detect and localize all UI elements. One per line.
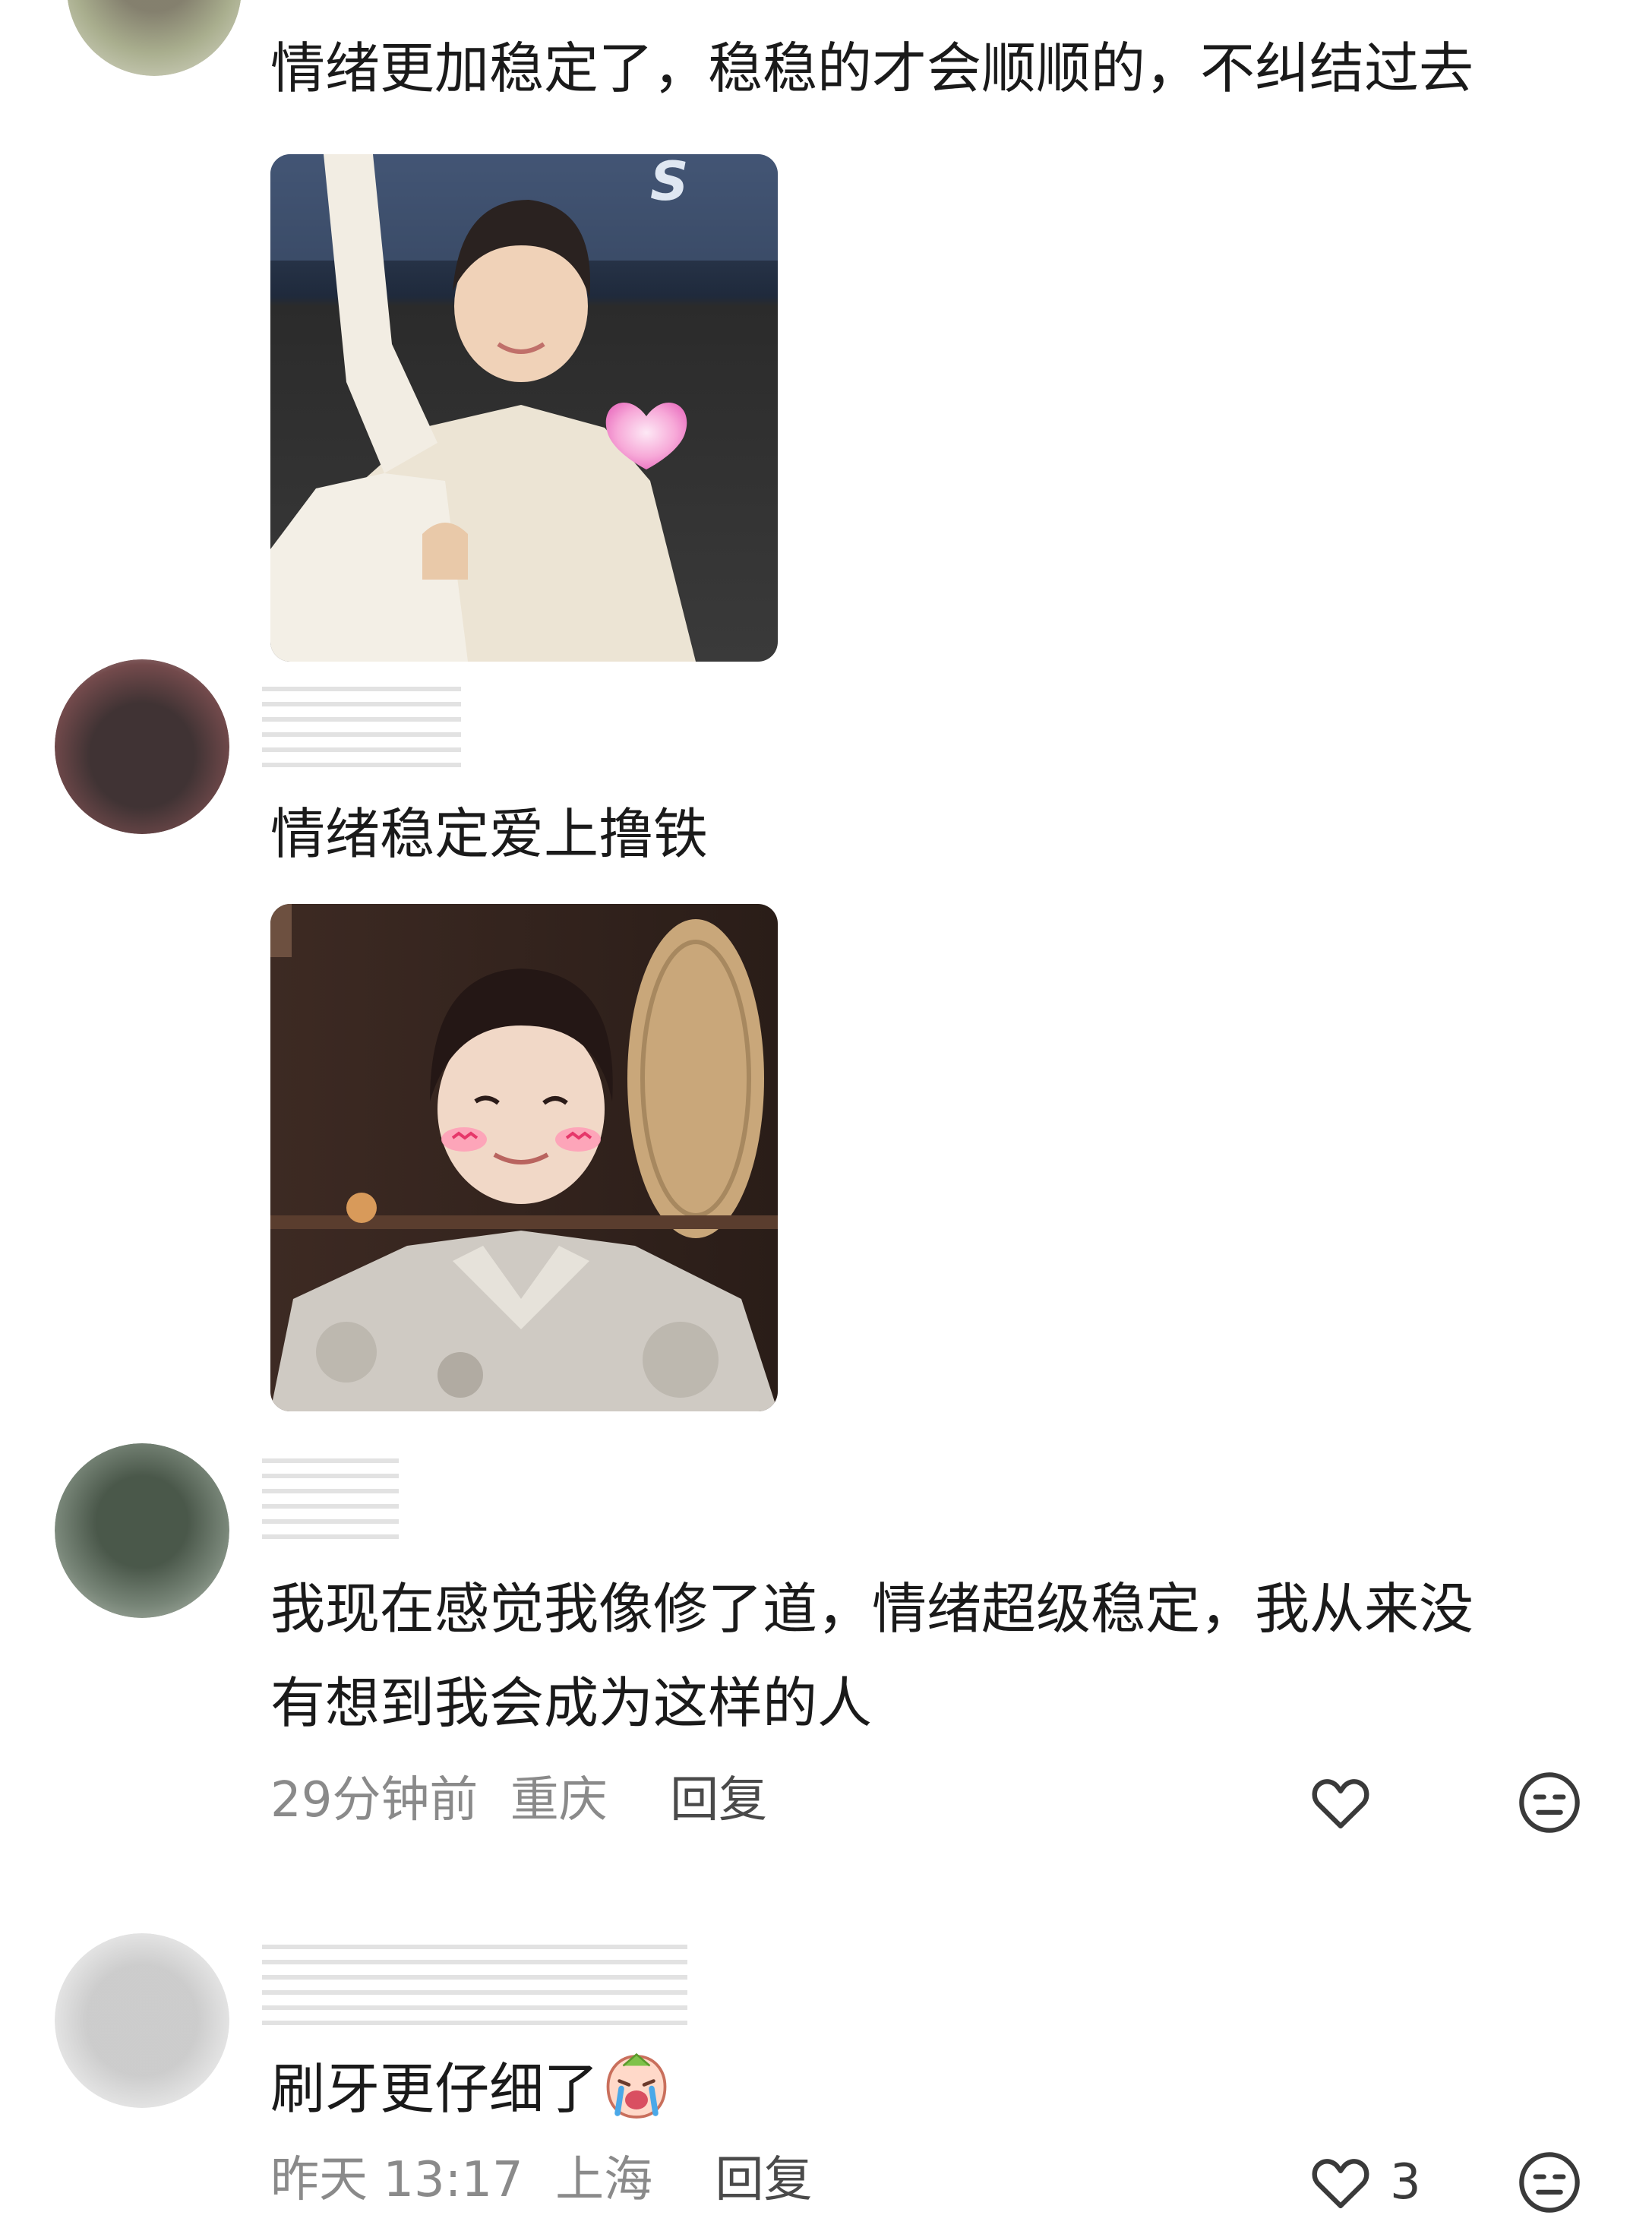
comment-time: 29分钟前 <box>270 1772 479 1828</box>
comment-text: 情绪稳定爱上撸铁 <box>270 802 709 866</box>
comment-text: 我现在感觉我像修了道，情绪超级稳定，我从来没 <box>270 1577 1474 1641</box>
comment-time: 昨天 13:17 <box>270 2152 523 2208</box>
reply-button[interactable]: 回复 <box>670 1772 767 1828</box>
avatar[interactable] <box>55 659 229 834</box>
avatar[interactable] <box>55 1933 229 2108</box>
comment-text: 情绪更加稳定了，稳稳的才会顺顺的，不纠结过去 <box>270 36 1474 100</box>
heart-outline-icon[interactable] <box>1306 2147 1375 2216</box>
comment-photo[interactable] <box>270 904 778 1411</box>
svg-text:S: S <box>650 154 688 213</box>
comment-location: 重庆 <box>510 1772 608 1828</box>
username[interactable] <box>262 1449 399 1539</box>
avatar[interactable] <box>67 0 242 76</box>
comment-text-body: 刷牙更仔细了 <box>270 2057 599 2121</box>
crying-emoji <box>606 2052 667 2119</box>
username[interactable] <box>262 1936 687 2025</box>
comment-meta: 29分钟前 重庆 回复 <box>270 1770 784 1831</box>
like-count: 3 <box>1390 2154 1421 2210</box>
comment-photo[interactable]: S <box>270 154 778 662</box>
username[interactable] <box>262 678 461 767</box>
avatar[interactable] <box>55 1443 229 1618</box>
reply-button[interactable]: 回复 <box>715 2152 812 2208</box>
comment-meta: 昨天 13:17 上海 回复 <box>270 2150 829 2210</box>
neutral-face-icon[interactable] <box>1516 1769 1583 1836</box>
comment-text: 刷牙更仔细了 <box>270 2043 674 2135</box>
neutral-face-icon[interactable] <box>1516 2149 1583 2216</box>
comment-location: 上海 <box>555 2152 653 2208</box>
comment-text-line2: 有想到我会成为这样的人 <box>270 1671 873 1735</box>
heart-outline-icon[interactable] <box>1306 1768 1375 1836</box>
